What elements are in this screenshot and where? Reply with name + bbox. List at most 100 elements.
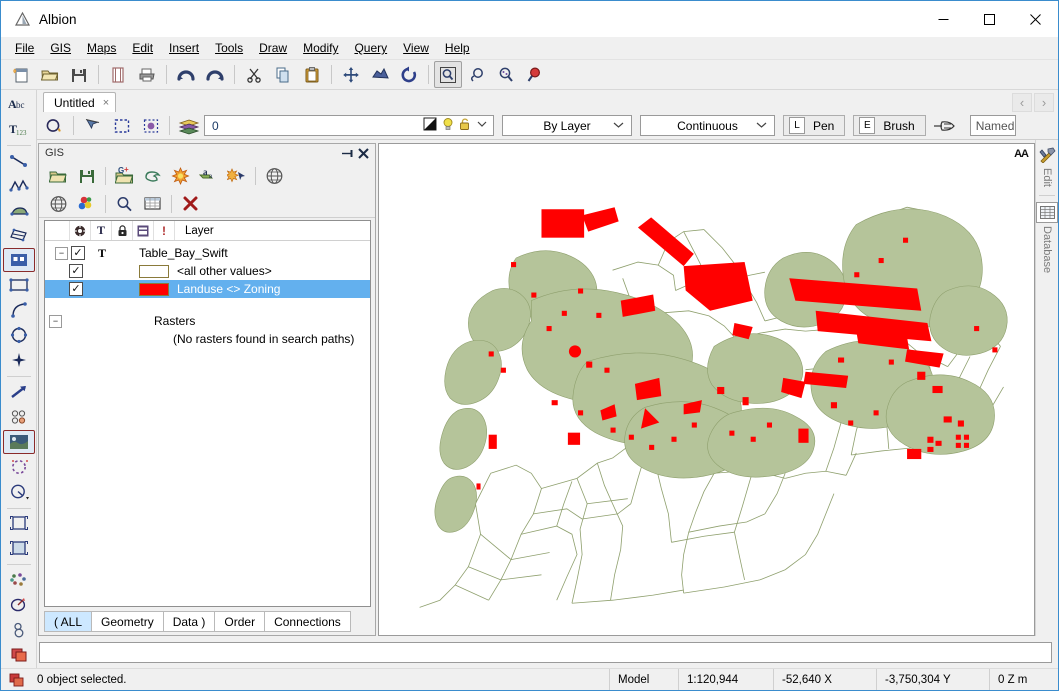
gis-label-icon[interactable]: aa <box>195 163 222 189</box>
zoom-dynamic-icon[interactable] <box>492 61 520 88</box>
parallelogram-tool-icon[interactable] <box>3 224 35 248</box>
fit-window-tool-icon[interactable] <box>3 511 35 535</box>
tab-prev-button[interactable]: ‹ <box>1012 93 1032 112</box>
document-tab-untitled[interactable]: Untitled × <box>43 92 117 112</box>
scatter-points-tool-icon[interactable] <box>3 568 35 592</box>
cut-scissors-icon[interactable] <box>240 61 268 88</box>
status-mode[interactable]: Model <box>609 669 678 690</box>
gis-select-region-icon[interactable] <box>139 163 166 189</box>
raster-image-tool-icon[interactable] <box>2 429 35 454</box>
menu-insert[interactable]: Insert <box>161 39 207 57</box>
zoom-extents-icon[interactable] <box>366 61 394 88</box>
close-icon[interactable]: × <box>103 97 109 109</box>
circle-tool-icon[interactable] <box>3 323 35 347</box>
nodes-tool-icon[interactable] <box>3 405 35 429</box>
lightbulb-visibility-icon[interactable] <box>442 117 454 134</box>
polyline-tool-icon[interactable] <box>3 174 35 198</box>
visibility-header-icon[interactable] <box>70 221 91 240</box>
gis-find-icon[interactable] <box>111 191 138 217</box>
lock-open-icon[interactable] <box>459 117 471 134</box>
save-disk-icon[interactable] <box>65 61 93 88</box>
table-row[interactable]: ✓ <all other values> <box>45 262 370 280</box>
arc-tool-icon[interactable] <box>3 298 35 322</box>
menu-gis[interactable]: GIS <box>42 39 79 57</box>
zoom-previous-icon[interactable] <box>463 61 491 88</box>
hammer-wrench-icon[interactable] <box>1036 144 1058 165</box>
database-table-icon[interactable] <box>1036 201 1058 223</box>
new-file-icon[interactable] <box>7 61 35 88</box>
rotate-tool-icon[interactable] <box>3 593 35 617</box>
label-header-icon[interactable]: T <box>91 221 112 240</box>
dock-item-database[interactable]: Database <box>1036 201 1058 273</box>
expander-icon[interactable]: − <box>49 314 62 328</box>
redo-icon[interactable] <box>201 61 229 88</box>
layer-visibility-checkbox[interactable]: ✓ <box>69 282 83 296</box>
text-abc-icon[interactable]: Abc <box>3 92 35 116</box>
page-setup-icon[interactable] <box>104 61 132 88</box>
pan-move-icon[interactable] <box>337 61 365 88</box>
selection-window-icon[interactable] <box>108 113 135 138</box>
expander-icon[interactable]: − <box>55 246 68 260</box>
dock-item-edit[interactable]: Edit <box>1036 144 1058 187</box>
layer-color-icon[interactable] <box>423 117 437 134</box>
rectangle-tool-icon[interactable] <box>3 273 35 297</box>
layer-combo-field[interactable]: 0 <box>204 115 494 136</box>
menu-tools[interactable]: Tools <box>207 39 251 57</box>
tab-data[interactable]: Data ) <box>162 611 215 632</box>
alert-header-icon[interactable]: ! <box>154 221 175 240</box>
gis-globe-icon[interactable] <box>45 191 72 217</box>
copy-icon[interactable] <box>269 61 297 88</box>
maximize-button[interactable] <box>966 1 1012 37</box>
select-object-icon[interactable] <box>137 113 164 138</box>
gis-style-palette-icon[interactable] <box>73 191 100 217</box>
point-tool-icon[interactable] <box>3 348 35 372</box>
rasters-group-row[interactable]: − Rasters <box>45 312 370 330</box>
gis-autolabel-icon[interactable] <box>223 163 250 189</box>
lock-header-icon[interactable] <box>112 221 133 240</box>
chain-link-tool-icon[interactable] <box>3 618 35 642</box>
named-view-field[interactable]: Named <box>969 115 1016 136</box>
pen-button[interactable]: L Pen <box>783 115 846 136</box>
layer-label-icon[interactable]: T <box>89 246 115 261</box>
command-input[interactable] <box>39 641 1052 663</box>
paste-icon[interactable] <box>298 61 326 88</box>
tab-connections[interactable]: Connections <box>264 611 351 632</box>
pin-icon[interactable] <box>341 146 356 161</box>
style-swatch[interactable] <box>139 282 169 296</box>
measure-tool-icon[interactable] <box>3 480 35 504</box>
menu-edit[interactable]: Edit <box>124 39 161 57</box>
table-row[interactable]: ✓ Landuse <> Zoning <box>45 280 370 298</box>
tab-geometry[interactable]: Geometry <box>91 611 163 632</box>
table-row[interactable]: − ✓ T Table_Bay_Swift <box>45 244 370 262</box>
menu-help[interactable]: Help <box>437 39 478 57</box>
tab-order[interactable]: Order <box>214 611 265 632</box>
layers-overlap-tool-icon[interactable] <box>3 643 35 667</box>
object-properties-icon[interactable] <box>41 113 68 138</box>
menu-file[interactable]: File <box>7 39 42 57</box>
undo-icon[interactable] <box>172 61 200 88</box>
menu-maps[interactable]: Maps <box>79 39 124 57</box>
gis-projection-globe-icon[interactable] <box>261 163 288 189</box>
menu-query[interactable]: Query <box>346 39 395 57</box>
close-icon[interactable] <box>356 146 371 161</box>
layer-visibility-checkbox[interactable]: ✓ <box>69 264 83 278</box>
zoom-window-icon[interactable] <box>434 61 462 88</box>
minimize-button[interactable] <box>920 1 966 37</box>
rectangle-points-tool-icon[interactable] <box>2 248 35 273</box>
tab-next-button[interactable]: › <box>1034 93 1054 112</box>
layers-overlap-icon[interactable] <box>1 673 31 687</box>
gis-open-folder-icon[interactable] <box>45 163 72 189</box>
status-scale[interactable]: 1:120,944 <box>678 669 773 690</box>
gis-table-icon[interactable] <box>139 191 166 217</box>
chevron-down-icon[interactable] <box>476 118 488 133</box>
zoom-fit-tool-icon[interactable] <box>3 536 35 560</box>
tab-all[interactable]: ( ALL <box>44 611 92 632</box>
gis-thematic-icon[interactable] <box>167 163 194 189</box>
refresh-rotate-icon[interactable] <box>395 61 423 88</box>
print-icon[interactable] <box>133 61 161 88</box>
layers-stack-icon[interactable] <box>175 113 202 138</box>
linetype-combo[interactable]: Continuous <box>640 115 775 136</box>
arrow-tool-icon[interactable] <box>3 380 35 404</box>
text-subscript-icon[interactable]: T 123 <box>3 117 35 141</box>
gis-remove-icon[interactable] <box>177 191 204 217</box>
